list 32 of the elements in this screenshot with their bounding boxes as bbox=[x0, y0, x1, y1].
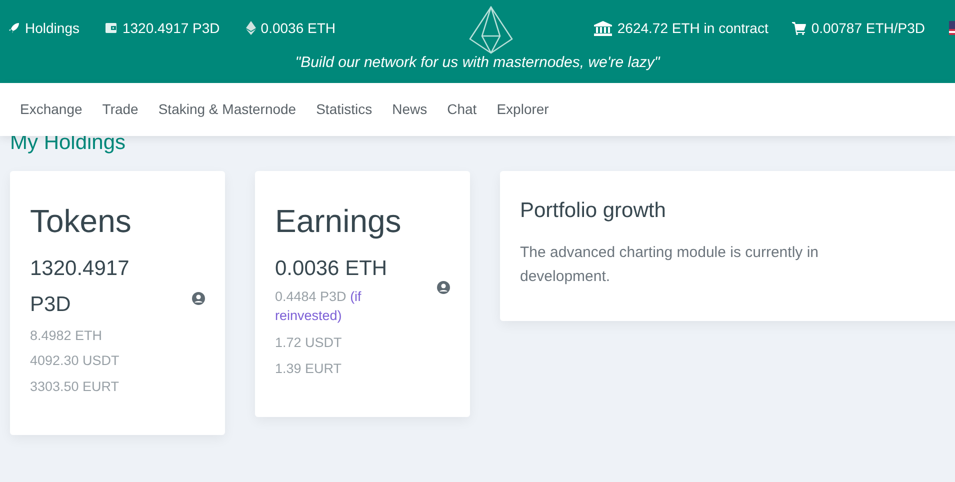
conversion-text: 1.39 EURT bbox=[275, 360, 343, 378]
header-stat: Holdings bbox=[25, 18, 80, 38]
conversion-text: 3303.50 EURT bbox=[30, 378, 120, 396]
user-icon[interactable] bbox=[437, 281, 450, 294]
bank-icon bbox=[594, 20, 612, 36]
card-title: Portfolio growth bbox=[520, 198, 667, 224]
header-stat: 1320.4917 P3D bbox=[122, 18, 220, 38]
header-stat: 0.0036 ETH bbox=[260, 18, 336, 38]
amount-text: 1320.4917 P3D bbox=[30, 256, 130, 318]
wallet-icon bbox=[105, 22, 118, 34]
pyramid-logo-icon[interactable] bbox=[468, 5, 514, 55]
amount-text: 0.0036 ETH bbox=[275, 256, 388, 282]
nav-link[interactable]: News bbox=[382, 83, 438, 136]
header-stat: 0.00787 ETH/P3D bbox=[811, 18, 925, 38]
tagline: "Build our network for us with masternodes, we're lazy" bbox=[295, 53, 660, 73]
header-stat: 2624.72 ETH in contract bbox=[617, 18, 768, 38]
conversion-text: 8.4982 ETH bbox=[30, 326, 104, 345]
nav-link[interactable]: Staking & Masternode bbox=[148, 83, 306, 136]
nav-link[interactable]: Explorer bbox=[486, 83, 559, 136]
cart-icon bbox=[792, 22, 806, 34]
nav-link[interactable]: Trade bbox=[92, 83, 148, 136]
conversion-text: 4092.30 USDT bbox=[30, 352, 120, 370]
card-title: Earnings bbox=[275, 202, 402, 242]
conversion-text: 1.72 USDT bbox=[275, 334, 343, 352]
user-icon[interactable] bbox=[192, 292, 205, 306]
conversion-text: 0.4484 P3D (if reinvested) bbox=[275, 288, 362, 326]
nav-link[interactable]: Exchange bbox=[10, 83, 92, 136]
card-title: Tokens bbox=[30, 202, 132, 242]
nav-link[interactable]: Statistics bbox=[306, 83, 382, 136]
nav-link[interactable]: Chat bbox=[437, 83, 487, 136]
card-description: The advanced charting module is currently in development. bbox=[520, 242, 820, 287]
ether-icon bbox=[246, 21, 256, 35]
